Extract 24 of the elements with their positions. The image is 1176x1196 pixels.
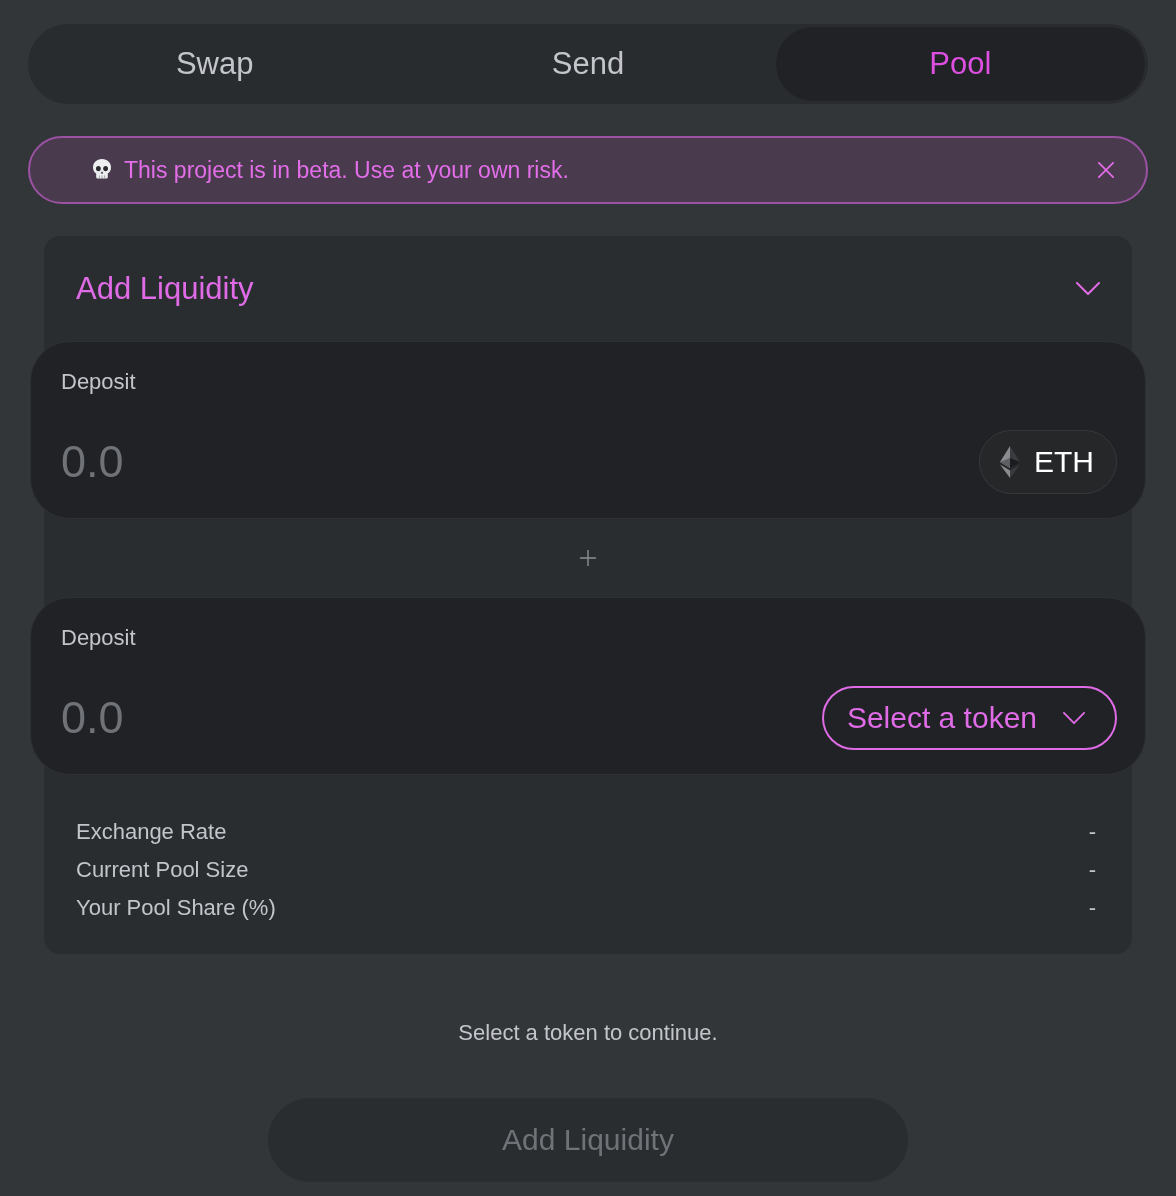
deposit-label: Deposit [61, 369, 136, 395]
skull-icon [92, 159, 112, 181]
stat-value: - [1088, 857, 1096, 883]
stat-value: - [1088, 895, 1096, 921]
stat-label: Exchange Rate [76, 819, 227, 845]
stat-label: Your Pool Share (%) [76, 895, 276, 921]
hint-text: Select a token to continue. [458, 1020, 718, 1046]
select-token-button[interactable]: Select a token [821, 686, 1117, 750]
chevron-down-icon[interactable] [1076, 282, 1100, 295]
deposit-label: Deposit [61, 625, 136, 651]
amount-input[interactable]: 0.0 [61, 692, 461, 744]
tab[interactable]: Swap [28, 26, 402, 102]
close-icon[interactable] [1098, 162, 1114, 178]
stat-label: Current Pool Size [76, 857, 249, 883]
plus-icon [579, 549, 597, 567]
banner-message: This project is in beta. Use at your own risk. [124, 156, 569, 184]
token-button[interactable]: ETH [979, 430, 1117, 494]
tab[interactable]: Pool [774, 26, 1146, 102]
diamond-icon [1000, 446, 1020, 478]
tab[interactable]: Send [401, 26, 775, 102]
card-title: Add Liquidity [76, 270, 254, 307]
amount-input[interactable]: 0.0 [61, 436, 461, 488]
stat-value: - [1088, 819, 1096, 845]
chevron-down-icon [1063, 712, 1085, 724]
